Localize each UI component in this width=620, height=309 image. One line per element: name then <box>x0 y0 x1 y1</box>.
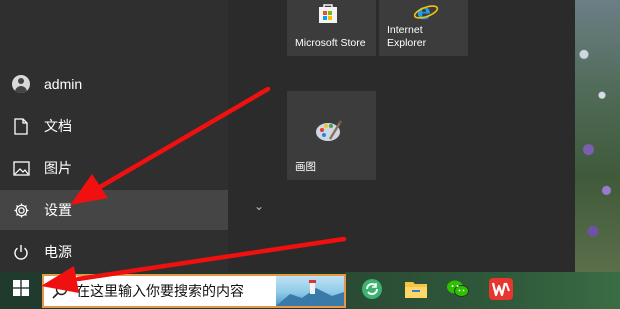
search-highlight-image <box>276 276 344 306</box>
start-left-rail: admin 文档 图片 设置 电源 <box>0 0 228 272</box>
user-avatar-icon <box>12 75 30 93</box>
green-refresh-icon <box>361 278 383 305</box>
gear-icon <box>12 201 30 219</box>
tile-microsoft-store[interactable]: Microsoft Store <box>287 0 376 56</box>
rail-item-power[interactable]: 电源 <box>0 232 228 272</box>
chevron-down-icon[interactable]: ⌄ <box>254 199 266 213</box>
taskbar-app-file-explorer[interactable] <box>404 279 428 303</box>
power-icon <box>12 243 30 261</box>
desktop-wallpaper <box>575 0 620 272</box>
picture-icon <box>12 159 30 177</box>
wps-office-icon <box>489 277 513 305</box>
internet-explorer-icon: e <box>413 0 439 27</box>
wechat-icon <box>446 278 470 305</box>
tile-microsoft-store-label: Microsoft Store <box>295 37 366 49</box>
rail-item-user[interactable]: admin <box>0 64 228 104</box>
tile-internet-explorer[interactable]: e Internet Explorer <box>379 0 468 56</box>
tile-paint-label: 画图 <box>295 161 316 173</box>
rail-item-documents[interactable]: 文档 <box>0 106 228 146</box>
paint-palette-icon <box>315 119 343 148</box>
rail-item-pictures-label: 图片 <box>44 160 72 176</box>
tile-internet-explorer-label: Internet Explorer <box>387 24 427 49</box>
rail-item-documents-label: 文档 <box>44 118 72 134</box>
document-icon <box>12 117 30 135</box>
taskbar-app-wps[interactable] <box>489 277 513 305</box>
store-bag-icon <box>317 2 339 29</box>
rail-item-user-label: admin <box>44 76 83 92</box>
search-placeholder: 在这里输入你要搜索的内容 <box>76 283 244 299</box>
rail-item-settings[interactable]: 设置 <box>0 190 228 230</box>
search-icon <box>52 283 68 299</box>
rail-item-power-label: 电源 <box>44 244 72 260</box>
tile-paint[interactable]: 画图 <box>287 91 376 180</box>
taskbar-background <box>345 272 620 309</box>
start-menu: admin 文档 图片 设置 电源 ⌄ Microsoft Store e In… <box>0 0 575 272</box>
rail-item-pictures[interactable]: 图片 <box>0 148 228 188</box>
file-explorer-icon <box>404 279 428 304</box>
windows-logo-icon <box>13 280 29 301</box>
taskbar-search-box[interactable]: 在这里输入你要搜索的内容 <box>42 274 346 308</box>
rail-item-settings-label: 设置 <box>44 202 72 218</box>
start-button[interactable] <box>0 272 42 309</box>
taskbar-app-wechat[interactable] <box>446 279 470 303</box>
taskbar-app-refresh[interactable] <box>360 278 384 305</box>
